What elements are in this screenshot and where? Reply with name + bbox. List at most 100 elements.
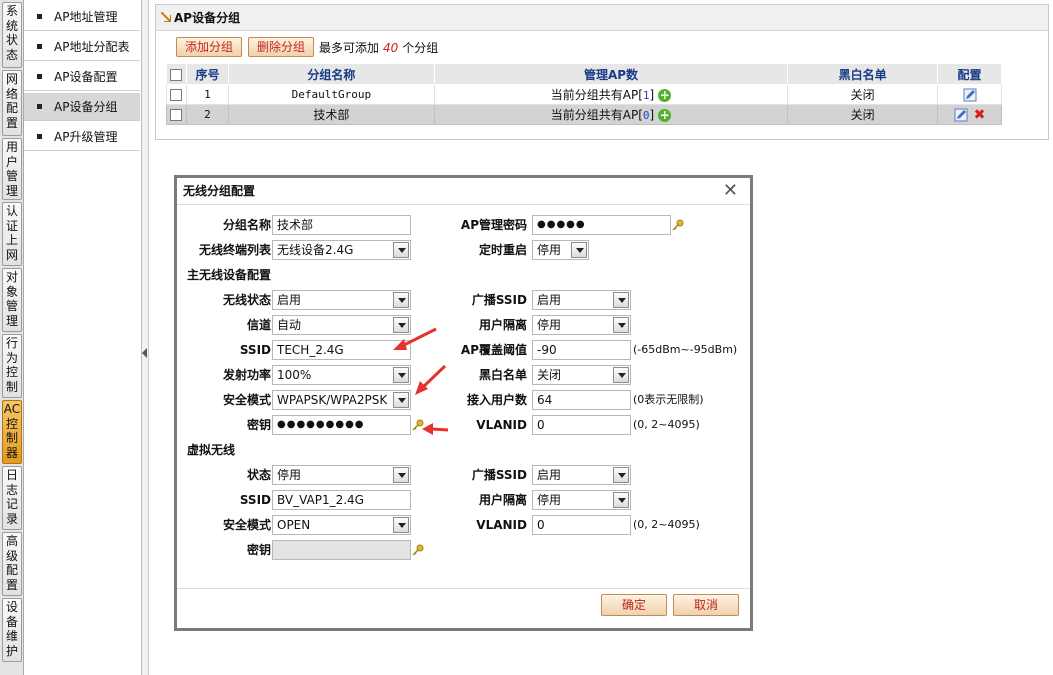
nav-tab-ac-controller[interactable]: AC控制器	[2, 400, 22, 464]
nav-tab-advanced[interactable]: 高级配置	[2, 532, 22, 596]
virtual-key-input[interactable]	[272, 540, 411, 560]
col-group-name: 分组名称	[227, 63, 435, 85]
nav-tab-object-management[interactable]: 对象管理	[2, 268, 22, 332]
black-white-list-select[interactable]: 关闭	[532, 365, 631, 385]
sub-item-label: AP升级管理	[54, 130, 118, 144]
sub-item-ap-address[interactable]: AP地址管理	[24, 3, 140, 31]
security-mode-select[interactable]: WPAPSK/WPA2PSK	[272, 390, 411, 410]
sub-item-label: AP地址管理	[54, 10, 118, 24]
delete-group-button[interactable]: 删除分组	[248, 37, 314, 57]
sub-item-ap-upgrade[interactable]: AP升级管理	[24, 123, 140, 151]
wireless-status-select[interactable]: 启用	[272, 290, 411, 310]
terminal-list-select[interactable]: 无线设备2.4G	[272, 240, 411, 260]
collapse-rail[interactable]	[142, 0, 149, 675]
chevron-down-icon[interactable]	[613, 292, 629, 308]
virtual-vlan-label: VLANID	[476, 518, 527, 532]
chevron-down-icon[interactable]	[393, 292, 409, 308]
group-name-label: 分组名称	[222, 218, 271, 232]
sub-item-label: AP设备配置	[54, 70, 118, 84]
max-users-input[interactable]: 64	[532, 390, 631, 410]
nav-tab-auth[interactable]: 认证上网	[2, 202, 22, 266]
user-isolation-label: 用户隔离	[478, 318, 527, 332]
header-checkbox-cell	[166, 63, 187, 85]
select-value: 启用	[537, 468, 562, 482]
virtual-security-label: 安全模式	[222, 518, 271, 532]
annotation-arrow-icon	[422, 423, 449, 435]
chevron-down-icon[interactable]	[393, 242, 409, 258]
row-checkbox[interactable]	[170, 109, 183, 121]
chevron-down-icon[interactable]	[613, 317, 629, 333]
sub-item-ap-config[interactable]: AP设备配置	[24, 63, 140, 91]
reboot-select[interactable]: 停用	[532, 240, 589, 260]
virtual-isolation-select[interactable]: 停用	[532, 490, 631, 510]
select-value: 100%	[277, 368, 312, 382]
virtual-ssid-input[interactable]: BV_VAP1_2.4G	[272, 490, 411, 510]
vlan-id-hint: (0, 2~4095)	[633, 418, 700, 431]
row-list-status: 关闭	[787, 84, 939, 105]
key-icon[interactable]	[412, 544, 424, 556]
limit-prefix: 最多可添加	[319, 41, 380, 55]
ap-count-suffix: ]	[649, 88, 655, 102]
dialog-footer-divider	[177, 588, 750, 589]
virtual-security-select[interactable]: OPEN	[272, 515, 411, 535]
row-checkbox[interactable]	[170, 89, 183, 101]
user-isolation-select[interactable]: 停用	[532, 315, 631, 335]
chevron-down-icon[interactable]	[613, 467, 629, 483]
virtual-vlan-input[interactable]: 0	[532, 515, 631, 535]
edit-icon[interactable]	[954, 108, 968, 122]
table-row[interactable]: 2 技术部 当前分组共有AP[0] + 关闭 ✖	[166, 104, 1002, 125]
select-value: 停用	[537, 493, 562, 507]
table-row[interactable]: 1 DefaultGroup 当前分组共有AP[1] + 关闭	[166, 84, 1002, 105]
virtual-wireless-section: 虚拟无线	[187, 443, 236, 457]
chevron-down-icon[interactable]	[393, 392, 409, 408]
dialog-title: 无线分组配置	[177, 178, 750, 205]
virtual-broadcast-label: 广播SSID	[471, 468, 527, 482]
ap-count-prefix: 当前分组共有AP[	[550, 108, 643, 122]
ap-count-value: 0	[642, 109, 650, 122]
sub-item-ap-grouping[interactable]: AP设备分组	[24, 93, 140, 121]
collapse-arrow-icon[interactable]	[142, 348, 147, 358]
virtual-ssid-label: SSID	[239, 493, 271, 507]
ap-count-prefix: 当前分组共有AP[	[550, 88, 643, 102]
ap-password-input[interactable]: ●●●●●	[532, 215, 671, 235]
virtual-broadcast-select[interactable]: 启用	[532, 465, 631, 485]
row-group-name: DefaultGroup	[227, 84, 435, 105]
select-value: OPEN	[277, 518, 311, 532]
chevron-down-icon[interactable]	[393, 467, 409, 483]
nav-tab-network-config[interactable]: 网络配置	[2, 70, 22, 136]
broadcast-ssid-select[interactable]: 启用	[532, 290, 631, 310]
limit-suffix: 个分组	[402, 41, 439, 55]
delete-icon[interactable]: ✖	[974, 107, 986, 123]
add-group-button[interactable]: 添加分组	[176, 37, 242, 57]
chevron-down-icon[interactable]	[571, 242, 587, 258]
nav-tab-maintenance[interactable]: 设备维护	[2, 598, 22, 662]
confirm-button[interactable]: 确定	[601, 594, 667, 616]
edit-icon[interactable]	[963, 88, 977, 102]
tx-power-select[interactable]: 100%	[272, 365, 411, 385]
chevron-down-icon[interactable]	[393, 367, 409, 383]
chevron-down-icon[interactable]	[393, 517, 409, 533]
add-ap-icon[interactable]: +	[658, 109, 672, 122]
chevron-down-icon[interactable]	[613, 492, 629, 508]
key-input[interactable]: ●●●●●●●●●	[272, 415, 411, 435]
select-all-checkbox[interactable]	[170, 68, 183, 81]
chevron-down-icon[interactable]	[613, 367, 629, 383]
key-icon[interactable]	[672, 219, 684, 231]
group-name-input[interactable]: 技术部	[272, 215, 411, 235]
nav-tab-user-management[interactable]: 用户管理	[2, 138, 22, 200]
nav-tab-behavior-control[interactable]: 行为控制	[2, 334, 22, 398]
nav-tab-logs[interactable]: 日志记录	[2, 466, 22, 530]
virtual-status-select[interactable]: 停用	[272, 465, 411, 485]
corner-arrow-icon	[161, 12, 171, 22]
close-icon[interactable]: ✕	[723, 182, 738, 200]
select-value: 停用	[277, 468, 302, 482]
col-config: 配置	[937, 63, 1002, 85]
sub-item-ap-address-table[interactable]: AP地址分配表	[24, 33, 140, 61]
nav-tab-system-status[interactable]: 系统状态	[2, 2, 22, 68]
ap-password-label: AP管理密码	[460, 218, 527, 232]
vlan-id-input[interactable]: 0	[532, 415, 631, 435]
cancel-button[interactable]: 取消	[673, 594, 739, 616]
add-ap-icon[interactable]: +	[658, 89, 672, 102]
bullet-icon	[37, 74, 42, 79]
coverage-threshold-input[interactable]: -90	[532, 340, 631, 360]
